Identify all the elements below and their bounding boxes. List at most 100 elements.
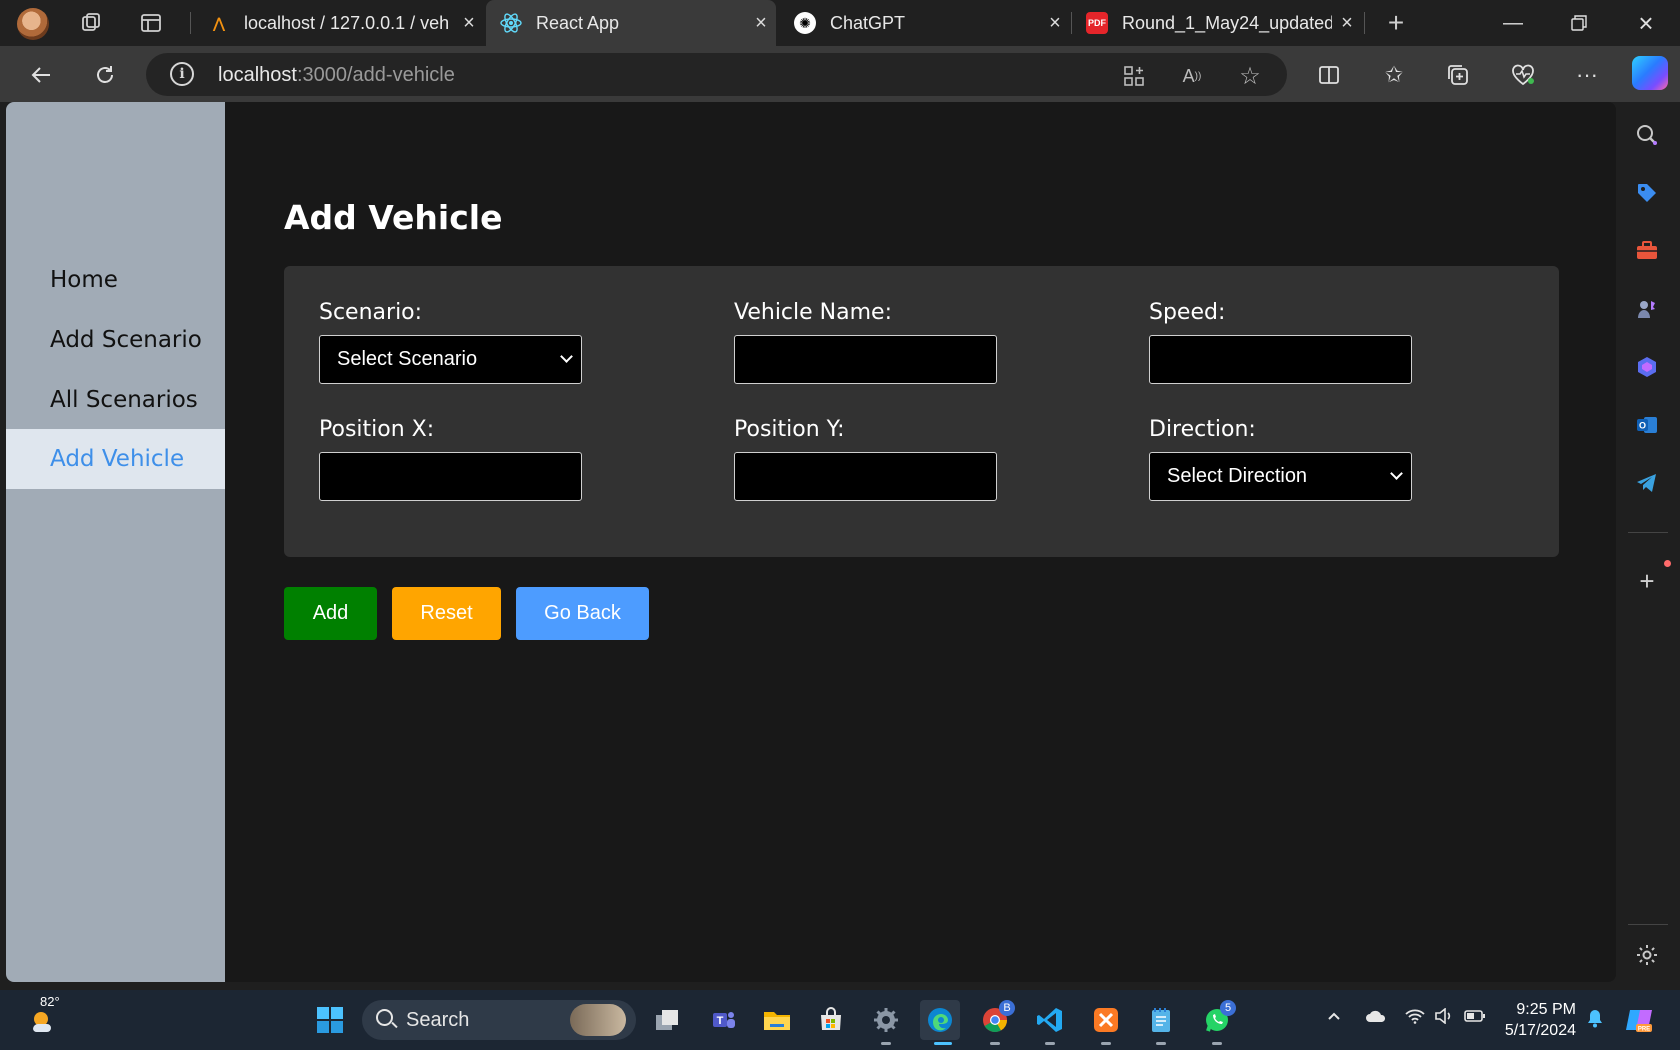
task-view-icon[interactable] [647,1000,687,1040]
search-icon[interactable] [1630,118,1664,152]
system-clock[interactable]: 9:25 PM 5/17/2024 [1500,999,1576,1041]
pdf-icon: PDF [1086,12,1108,34]
sidebar-item-all-scenarios[interactable]: All Scenarios [6,370,225,430]
search-icon [376,1009,393,1026]
scenario-select-value: Select Scenario [337,348,478,370]
sidebar-divider [1628,924,1668,925]
page-title: Add Vehicle [284,198,503,237]
speed-input[interactable] [1149,335,1412,384]
direction-select[interactable]: Select Direction [1149,452,1412,501]
running-indicator [1156,1042,1166,1045]
restore-icon[interactable] [1554,6,1604,40]
browser-tab-strip: ⋀ localhost / 127.0.0.1 / veh × React Ap… [0,0,1680,46]
xampp-icon[interactable] [1086,1000,1126,1040]
sidebar-item-add-vehicle[interactable]: Add Vehicle [6,429,225,489]
tab-title: localhost / 127.0.0.1 / veh [244,12,450,33]
go-back-button[interactable]: Go Back [516,587,649,640]
settings-gear-icon[interactable] [1630,938,1664,972]
read-aloud-icon[interactable]: A)) [1178,62,1206,90]
running-indicator [990,1042,1000,1045]
active-indicator [934,1042,952,1045]
sidebar-item-add-scenario[interactable]: Add Scenario [6,310,225,370]
minimize-icon[interactable]: — [1488,6,1538,40]
tools-icon[interactable] [1630,234,1664,268]
scenario-label: Scenario: [319,300,423,325]
collections-icon[interactable] [1441,58,1475,92]
games-icon[interactable] [1630,292,1664,326]
direction-select-value: Select Direction [1167,465,1308,487]
tab-title: ChatGPT [830,12,906,33]
chrome-profile-badge: B [999,1000,1015,1016]
tab-phpmyadmin[interactable]: ⋀ localhost / 127.0.0.1 / veh × [194,0,484,46]
url-text[interactable]: localhost:3000/add-vehicle [218,64,455,87]
chevron-down-icon [560,350,573,363]
copilot-icon[interactable] [1632,56,1668,90]
more-options-icon[interactable]: ··· [1570,58,1604,92]
tab-title: React App [536,12,620,33]
app-available-icon[interactable] [1120,62,1148,90]
taskbar-search[interactable]: Search [362,1000,636,1040]
svg-text:O: O [1639,421,1646,431]
workspaces-icon[interactable] [76,8,106,38]
vehicle-form: Scenario: Select Scenario Vehicle Name: … [284,266,1559,557]
close-window-icon[interactable]: × [1621,6,1671,40]
site-info-icon[interactable]: i [170,62,194,86]
close-tab-icon[interactable]: × [454,12,484,35]
page-viewport: Home Add Scenario All Scenarios Add Vehi… [6,102,1616,982]
clock-date: 5/17/2024 [1504,1022,1576,1039]
close-tab-icon[interactable]: × [1040,12,1070,35]
sidebar-item-home[interactable]: Home [6,250,225,310]
back-icon[interactable] [24,58,58,92]
favorite-star-icon[interactable]: ☆ [1236,62,1264,90]
whatsapp-unread-badge: 5 [1220,1000,1236,1016]
close-tab-icon[interactable]: × [746,12,776,35]
tab-actions-icon[interactable] [136,8,166,38]
profile-avatar[interactable] [17,8,49,40]
onedrive-icon[interactable] [1365,1008,1387,1029]
address-bar[interactable]: i localhost:3000/add-vehicle A)) ☆ [146,53,1287,96]
browser-essentials-icon[interactable] [1506,58,1540,92]
windows-start-icon[interactable] [310,1000,350,1040]
phpmyadmin-icon: ⋀ [213,14,225,31]
search-highlight-image [570,1004,626,1036]
vscode-icon[interactable] [1030,1000,1070,1040]
chevron-down-icon [1390,467,1403,480]
chevron-up-icon[interactable] [1326,1008,1342,1029]
notification-bell-icon[interactable] [1586,1008,1604,1033]
position-x-input[interactable] [319,452,582,501]
taskbar: 82° Search T B 5 9:25 PM 5/17/2024 PRE [0,990,1680,1050]
new-tab-icon[interactable]: + [1381,7,1411,38]
battery-icon[interactable] [1464,1008,1486,1029]
close-tab-icon[interactable]: × [1332,12,1362,35]
add-sidebar-app-icon[interactable]: + [1630,564,1664,598]
tab-react-app[interactable]: React App × [486,0,776,46]
file-explorer-icon[interactable] [757,1000,797,1040]
notepad-icon[interactable] [1141,1000,1181,1040]
teams-icon[interactable]: T [703,1000,743,1040]
add-button[interactable]: Add [284,587,377,640]
position-y-input[interactable] [734,452,997,501]
vehicle-name-label: Vehicle Name: [734,300,892,325]
running-indicator [1212,1042,1222,1045]
tab-chatgpt[interactable]: ✺ ChatGPT × [780,0,1070,46]
copilot-taskbar-icon[interactable]: PRE [1621,1000,1657,1040]
tab-pdf[interactable]: PDF Round_1_May24_updated × [1072,0,1362,46]
settings-app-icon[interactable] [866,1000,906,1040]
telegram-icon[interactable] [1630,466,1664,500]
microsoft-store-icon[interactable] [811,1000,851,1040]
split-screen-icon[interactable] [1312,58,1346,92]
url-host: localhost [218,64,297,86]
copilot-app-icon[interactable] [1630,350,1664,384]
chatgpt-icon: ✺ [794,12,816,34]
outlook-icon[interactable]: O [1630,408,1664,442]
reset-button[interactable]: Reset [392,587,501,640]
favorites-icon[interactable]: ✩ [1377,58,1411,92]
edge-browser-icon[interactable] [920,1000,960,1040]
shopping-tag-icon[interactable] [1630,176,1664,210]
vehicle-name-input[interactable] [734,335,997,384]
edge-sidebar: O + [1616,102,1680,982]
volume-icon[interactable] [1434,1007,1454,1029]
refresh-icon[interactable] [88,58,122,92]
scenario-select[interactable]: Select Scenario [319,335,582,384]
wifi-icon[interactable] [1405,1008,1425,1029]
